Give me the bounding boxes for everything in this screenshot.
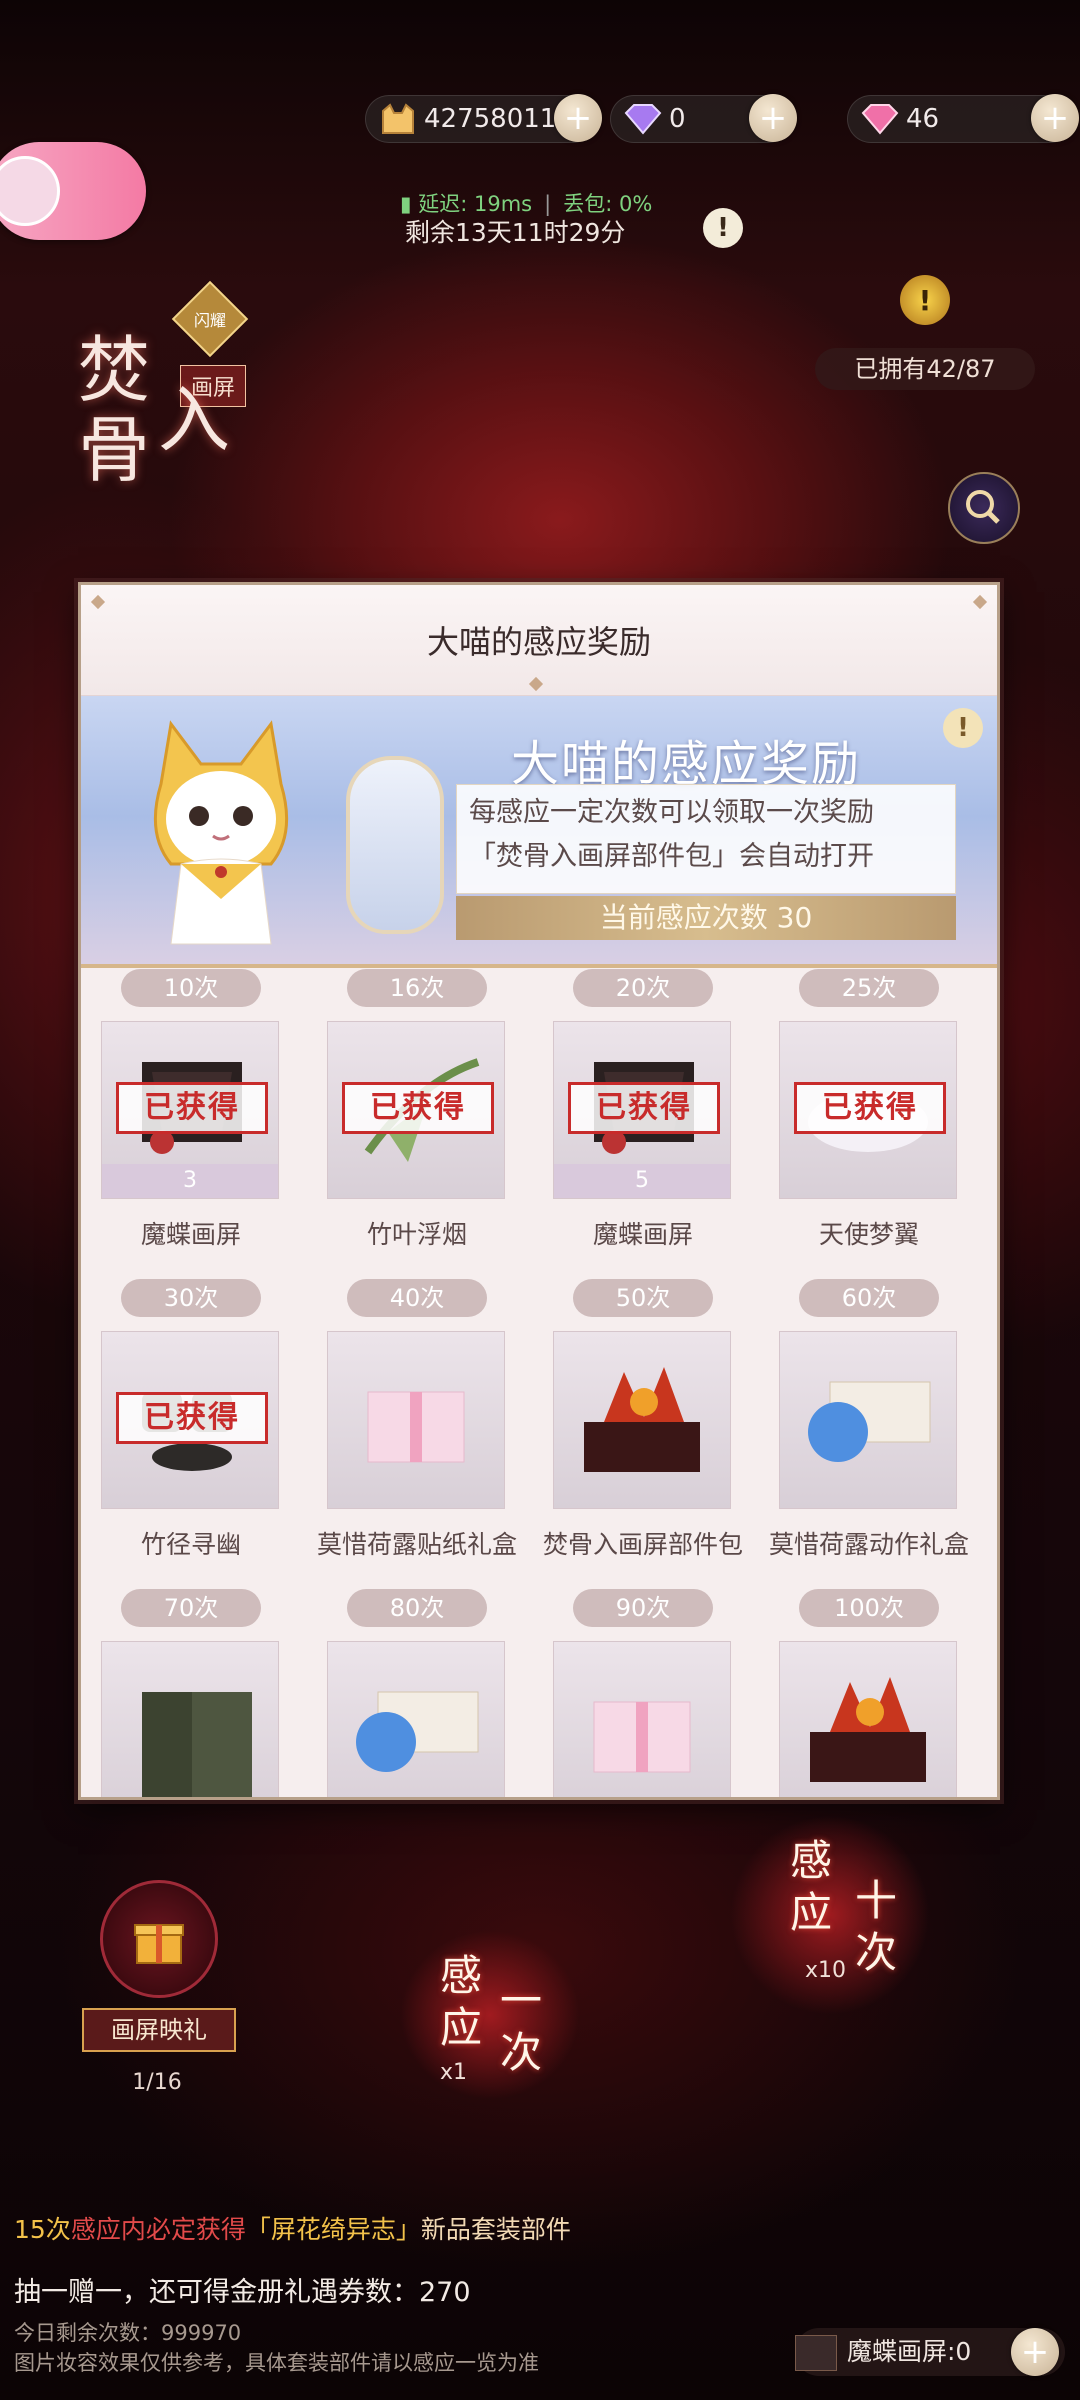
pink-diamond-value: 46 (906, 104, 940, 134)
footnotes: 今日剩余次数：999970 图片妆容效果仅供参考，具体套装部件请以感应一览为准 (14, 2318, 539, 2378)
reward-item-image[interactable] (779, 1641, 957, 1797)
reward-count: 40次 (347, 1279, 487, 1317)
reward-count: 60次 (799, 1279, 939, 1317)
add-pink-diamond-button[interactable]: + (1031, 94, 1079, 142)
reward-count: 90次 (573, 1589, 713, 1627)
reward-item-image[interactable] (327, 1331, 505, 1509)
event-info-icon[interactable]: ! (703, 208, 743, 248)
reward-label: 天使梦翼 (818, 1220, 919, 1249)
reward-count: 30次 (121, 1279, 261, 1317)
add-cat-coin-button[interactable]: + (554, 94, 602, 142)
reward-item-image[interactable]: 已获得 5 (553, 1021, 731, 1199)
banner-info-icon[interactable]: ! (943, 708, 983, 748)
reward-item-image[interactable]: 已获得 (327, 1021, 505, 1199)
floating-assistant-button[interactable] (0, 142, 146, 240)
reward-label: 莫惜荷露贴纸礼盒 (316, 1530, 517, 1559)
add-purple-diamond-button[interactable]: + (749, 94, 797, 142)
modal-title: 大喵的感应奖励 (426, 623, 651, 661)
reward-label: 竹叶浮烟 (366, 1220, 467, 1249)
reward-item-image[interactable]: 已获得 3 (101, 1021, 279, 1199)
currency-bar: 42758011 + 0 + 46 + (365, 94, 1079, 143)
reward-count: 70次 (121, 1589, 261, 1627)
draw-once-cost: x1 (440, 2060, 468, 2085)
banner-description: 每感应一定次数可以领取一次奖励 「焚骨入画屏部件包」会自动打开 (456, 784, 956, 894)
current-count: 当前感应次数 30 (456, 896, 956, 940)
reward-label: 竹径寻幽 (140, 1530, 241, 1559)
gift-label: 画屏映礼 (82, 2008, 236, 2052)
draw-ten-button[interactable]: 感 应 十 次 x10 (730, 1815, 930, 2015)
gift-count: 1/16 (132, 2070, 182, 2095)
obtained-stamp: 已获得 (568, 1082, 720, 1134)
guarantee-info: 15次感应内必定获得「屏花绮异志」新品套装部件 (14, 2215, 571, 2244)
pink-diamond-icon (860, 99, 900, 139)
cat-coin-value: 42758011 (424, 104, 557, 134)
reward-item-image[interactable]: 已获得 (101, 1331, 279, 1509)
bonus-info: 抽一赠一，还可得金册礼遇券数：270 (14, 2277, 471, 2308)
gift-icon[interactable] (100, 1880, 218, 1998)
obtained-stamp: 已获得 (342, 1082, 494, 1134)
mirror-image (346, 756, 444, 934)
reward-item-image[interactable] (101, 1641, 279, 1797)
disclaimer: 图片妆容效果仅供参考，具体套装部件请以感应一览为准 (14, 2351, 539, 2375)
reward-count: 50次 (573, 1279, 713, 1317)
reward-banner: 大喵的感应奖励 ! 每感应一定次数可以领取一次奖励 「焚骨入画屏部件包」会自动打… (81, 696, 997, 968)
purple-diamond-value: 0 (669, 104, 686, 134)
obtained-stamp: 已获得 (116, 1082, 268, 1134)
reward-count: 80次 (347, 1589, 487, 1627)
reward-item-image[interactable]: 已获得 (779, 1021, 957, 1199)
draw-once-button[interactable]: 感 应 一 次 x1 (400, 1930, 580, 2100)
cat-coin-currency: 42758011 + (365, 94, 602, 143)
draw-ten-cost: x10 (805, 1958, 847, 1983)
reward-quantity: 5 (554, 1164, 730, 1198)
reward-count: 16次 (347, 969, 487, 1007)
event-timer: 剩余13天11时29分 (405, 218, 626, 247)
obtained-stamp: 已获得 (116, 1392, 268, 1444)
item-counter: 魔蝶画屏:0 + (795, 2328, 1065, 2376)
add-item-button[interactable]: + (1011, 2328, 1059, 2376)
purple-diamond-icon (623, 99, 663, 139)
cat-mascot-image (121, 704, 321, 954)
warning-icon[interactable]: ! (900, 275, 950, 325)
cat-coin-icon (378, 99, 418, 139)
reward-count: 100次 (799, 1589, 939, 1627)
search-icon[interactable] (948, 472, 1020, 544)
reward-label: 焚骨入画屏部件包 (542, 1530, 743, 1559)
reward-count: 25次 (799, 969, 939, 1007)
reward-count: 10次 (121, 969, 261, 1007)
reward-label: 魔蝶画屏 (592, 1220, 693, 1249)
reward-item-image[interactable] (779, 1331, 957, 1509)
purple-diamond-currency: 0 + (610, 94, 797, 143)
reward-label: 莫惜荷露动作礼盒 (768, 1530, 969, 1559)
assistant-face-icon (0, 156, 60, 226)
reward-count: 20次 (573, 969, 713, 1007)
pink-diamond-currency: 46 + (847, 94, 1079, 143)
reward-label: 魔蝶画屏 (140, 1220, 241, 1249)
reward-quantity: 3 (102, 1164, 278, 1198)
obtained-stamp: 已获得 (794, 1082, 946, 1134)
screen-item-icon (795, 2335, 837, 2371)
modal-header: 大喵的感应奖励 (81, 585, 997, 696)
reward-item-image[interactable] (553, 1331, 731, 1509)
reward-item-image[interactable] (327, 1641, 505, 1797)
event-title: 焚 骨 入 (78, 328, 231, 492)
reward-item-image[interactable] (553, 1641, 731, 1797)
reward-modal: 大喵的感应奖励 大喵的感应奖励 ! 每感应一定次数可以领取一次奖励 「焚骨入画屏… (78, 582, 1000, 1800)
owned-counter: 已拥有42/87 (815, 348, 1035, 390)
remaining-today: 今日剩余次数：999970 (14, 2321, 242, 2345)
